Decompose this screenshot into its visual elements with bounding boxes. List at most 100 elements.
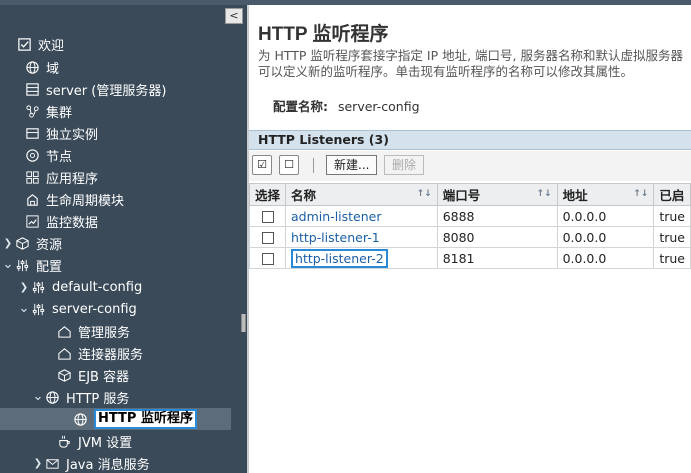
coffee-icon: [56, 433, 72, 449]
sidebar-item[interactable]: 节点: [0, 144, 231, 166]
description-line-1: 为 HTTP 监听程序套接字指定 IP 地址, 端口号, 服务器名称和默认虚拟服…: [258, 48, 684, 63]
sidebar-item[interactable]: ❯ 资源: [0, 232, 231, 254]
content-panel: HTTP 监听程序 为 HTTP 监听程序套接字指定 IP 地址, 端口号, 服…: [249, 5, 691, 473]
column-label: 已启: [659, 188, 685, 203]
envelope-icon: [44, 455, 60, 471]
sidebar-item[interactable]: 域: [0, 56, 231, 78]
enabled-cell: true: [653, 247, 691, 269]
cube-icon: [14, 235, 30, 251]
sidebar-item[interactable]: 生命周期模块: [0, 188, 231, 210]
address-cell: 0.0.0.0: [556, 205, 655, 227]
sidebar-item-label: 生命周期模块: [46, 193, 125, 209]
name-cell: admin-listener: [285, 205, 438, 227]
sidebar-item[interactable]: ❯ default-config: [0, 276, 231, 298]
row-checkbox[interactable]: [261, 232, 274, 244]
globe-icon: [44, 389, 60, 405]
sidebar-scrollbar[interactable]: [231, 31, 247, 473]
server-icon: [24, 81, 40, 97]
deselect-all-icon[interactable]: ☐: [279, 155, 299, 175]
sidebar-item[interactable]: EJB 容器: [0, 364, 231, 386]
sidebar-item-label: default-config: [52, 279, 143, 295]
table-header-row: 选择 名称 ↑↓ 端口号 ↑↓ 地址 ↑↓ 已启: [249, 183, 691, 206]
sort-icon[interactable]: ↑↓: [536, 189, 551, 199]
sidebar-item[interactable]: 管理服务: [0, 320, 231, 342]
column-header-name[interactable]: 名称 ↑↓: [285, 183, 438, 206]
sort-icon[interactable]: ↑↓: [633, 189, 648, 199]
sliders-icon: [14, 257, 30, 273]
sidebar-item[interactable]: JVM 设置: [0, 430, 231, 452]
navigation-tree: < 欢迎域 server (管理服务器) 集群独立实例 节点应用程序生命周期模块 监控数…: [0, 5, 247, 473]
sidebar-item-label: 独立实例: [46, 127, 99, 143]
listeners-table: 选择 名称 ↑↓ 端口号 ↑↓ 地址 ↑↓ 已启 admin-listener 6888…: [249, 183, 691, 269]
column-header-port[interactable]: 端口号 ↑↓: [436, 183, 558, 206]
sidebar-item[interactable]: HTTP 监听程序: [0, 408, 231, 430]
column-label: 选择: [255, 188, 281, 203]
sidebar-item-label: Java 消息服务: [66, 457, 150, 473]
collapse-sidebar-button[interactable]: <: [225, 8, 243, 24]
sidebar-item-label: server (管理服务器): [46, 83, 167, 99]
puzzle-icon: [24, 191, 40, 207]
toolbar-separator: [313, 158, 314, 173]
listener-name-link[interactable]: http-listener-1: [291, 230, 380, 245]
port-cell: 8181: [436, 247, 558, 269]
sidebar-item[interactable]: ❯ Java 消息服务: [0, 452, 231, 473]
description-line-2: 可以定义新的监听程序。单击现有监听程序的名称可以修改其属性。: [258, 64, 634, 79]
chevron-right-icon[interactable]: ❯: [2, 238, 14, 249]
sidebar-item[interactable]: server (管理服务器): [0, 78, 231, 100]
sidebar-item[interactable]: 应用程序: [0, 166, 231, 188]
delete-button[interactable]: 删除: [384, 155, 425, 175]
config-name-row: 配置名称: server-config: [273, 96, 420, 115]
sidebar-item-label: 欢迎: [38, 38, 65, 54]
address-cell: 0.0.0.0: [556, 226, 655, 248]
chevron-down-icon[interactable]: ⌄: [18, 302, 30, 315]
chevron-down-icon[interactable]: ⌄: [32, 390, 44, 403]
sidebar-item[interactable]: ⌄ HTTP 服务: [0, 386, 231, 408]
column-label: 地址: [562, 188, 588, 203]
new-button[interactable]: 新建...: [326, 155, 378, 175]
column-header-select: 选择: [249, 183, 287, 206]
chevron-down-icon[interactable]: ⌄: [2, 258, 14, 271]
sidebar-item[interactable]: 欢迎: [0, 33, 231, 55]
house-icon: [56, 323, 72, 339]
sliders-icon: [30, 301, 46, 317]
house-icon: [56, 345, 72, 361]
splitter-handle[interactable]: [241, 314, 246, 332]
sidebar-item-label: 监控数据: [46, 215, 99, 231]
column-label: 端口号: [442, 188, 481, 203]
sidebar-item-label: 应用程序: [46, 171, 99, 187]
sidebar-item[interactable]: ⌄ server-config: [0, 298, 231, 320]
sidebar-item[interactable]: 连接器服务: [0, 342, 231, 364]
select-cell: [249, 226, 287, 248]
sidebar-item[interactable]: 集群: [0, 100, 231, 122]
column-header-address[interactable]: 地址 ↑↓: [556, 183, 655, 206]
row-checkbox[interactable]: [261, 253, 274, 265]
sidebar-item-label: 配置: [36, 259, 63, 275]
select-all-icon[interactable]: ☑: [252, 155, 272, 175]
sidebar-item-label: JVM 设置: [78, 435, 133, 451]
enabled-cell: true: [653, 205, 691, 227]
table-row: admin-listener 6888 0.0.0.0 true: [249, 205, 691, 227]
sidebar-item[interactable]: 独立实例: [0, 122, 231, 144]
sidebar-top-strip: [0, 5, 247, 31]
sidebar-item-label: 资源: [36, 237, 63, 253]
instance-icon: [24, 125, 40, 141]
chevron-right-icon[interactable]: ❯: [18, 282, 30, 293]
page-title: HTTP 监听程序: [258, 24, 389, 45]
page-description: 为 HTTP 监听程序套接字指定 IP 地址, 端口号, 服务器名称和默认虚拟服…: [258, 48, 691, 80]
address-cell: 0.0.0.0: [556, 247, 655, 269]
sidebar-item[interactable]: 监控数据: [0, 210, 231, 232]
select-cell: [249, 205, 287, 227]
table-row: http-listener-1 8080 0.0.0.0 true: [249, 226, 691, 248]
sidebar-item[interactable]: ⌄ 配置: [0, 254, 231, 276]
sidebar-item-label: EJB 容器: [78, 369, 130, 385]
listener-name-link[interactable]: admin-listener: [291, 209, 381, 224]
column-header-enabled[interactable]: 已启: [653, 183, 691, 206]
sidebar-item-label: HTTP 监听程序: [94, 409, 197, 429]
chevron-right-icon[interactable]: ❯: [32, 458, 44, 469]
globe-icon: [24, 59, 40, 75]
checkbox-icon: [16, 36, 32, 52]
row-checkbox[interactable]: [261, 211, 274, 223]
listener-name-link[interactable]: http-listener-2: [291, 248, 388, 268]
sort-icon[interactable]: ↑↓: [417, 189, 432, 199]
sidebar-item-label: 集群: [46, 105, 73, 121]
